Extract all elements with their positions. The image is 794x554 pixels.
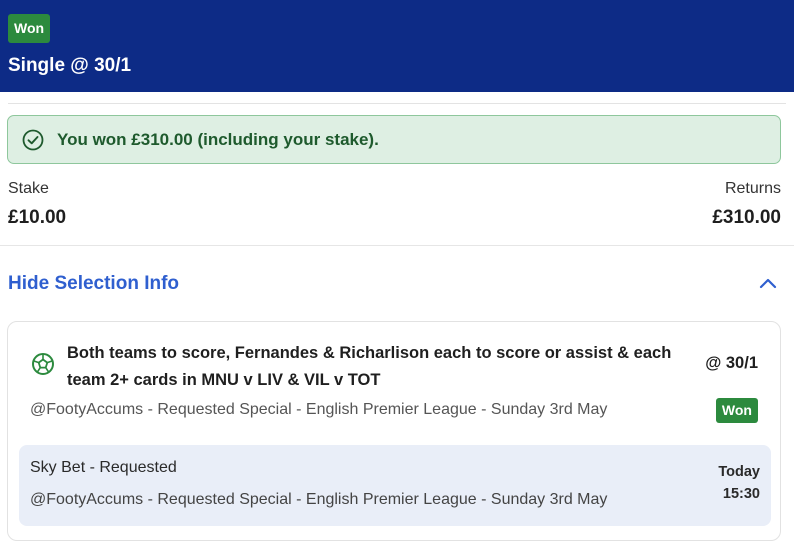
win-message: You won £310.00 (including your stake). xyxy=(57,130,379,149)
chevron-up-icon[interactable] xyxy=(758,276,778,290)
win-banner: You won £310.00 (including your stake). xyxy=(7,115,781,164)
selection-odds: @ 30/1 xyxy=(705,354,758,372)
event-market: @FootyAccums - Requested Special - Engli… xyxy=(30,491,608,508)
bet-header: Won Single @ 30/1 xyxy=(0,0,794,92)
divider xyxy=(8,103,786,104)
status-badge: Won xyxy=(715,398,758,423)
event-info: Sky Bet - Requested @FootyAccums - Reque… xyxy=(19,445,771,526)
event-time: 15:30 xyxy=(722,486,760,502)
divider xyxy=(0,245,794,246)
football-icon xyxy=(32,353,54,375)
returns-label: Returns xyxy=(724,180,781,197)
event-title: Sky Bet - Requested xyxy=(30,459,177,476)
selection-name: Both teams to score, Fernandes & Richarl… xyxy=(67,344,672,389)
stake-label: Stake xyxy=(8,180,49,197)
hide-selection-info-button[interactable]: Hide Selection Info xyxy=(8,273,179,295)
check-circle-icon xyxy=(22,129,44,151)
status-badge: Won xyxy=(8,14,51,43)
event-day: Today xyxy=(718,464,760,480)
returns-value: £310.00 xyxy=(712,207,781,228)
selection-market: @FootyAccums - Requested Special - Engli… xyxy=(30,401,608,418)
selection-card: Both teams to score, Fernandes & Richarl… xyxy=(7,321,781,541)
stake-value: £10.00 xyxy=(8,207,67,228)
bet-title: Single @ 30/1 xyxy=(8,55,132,76)
